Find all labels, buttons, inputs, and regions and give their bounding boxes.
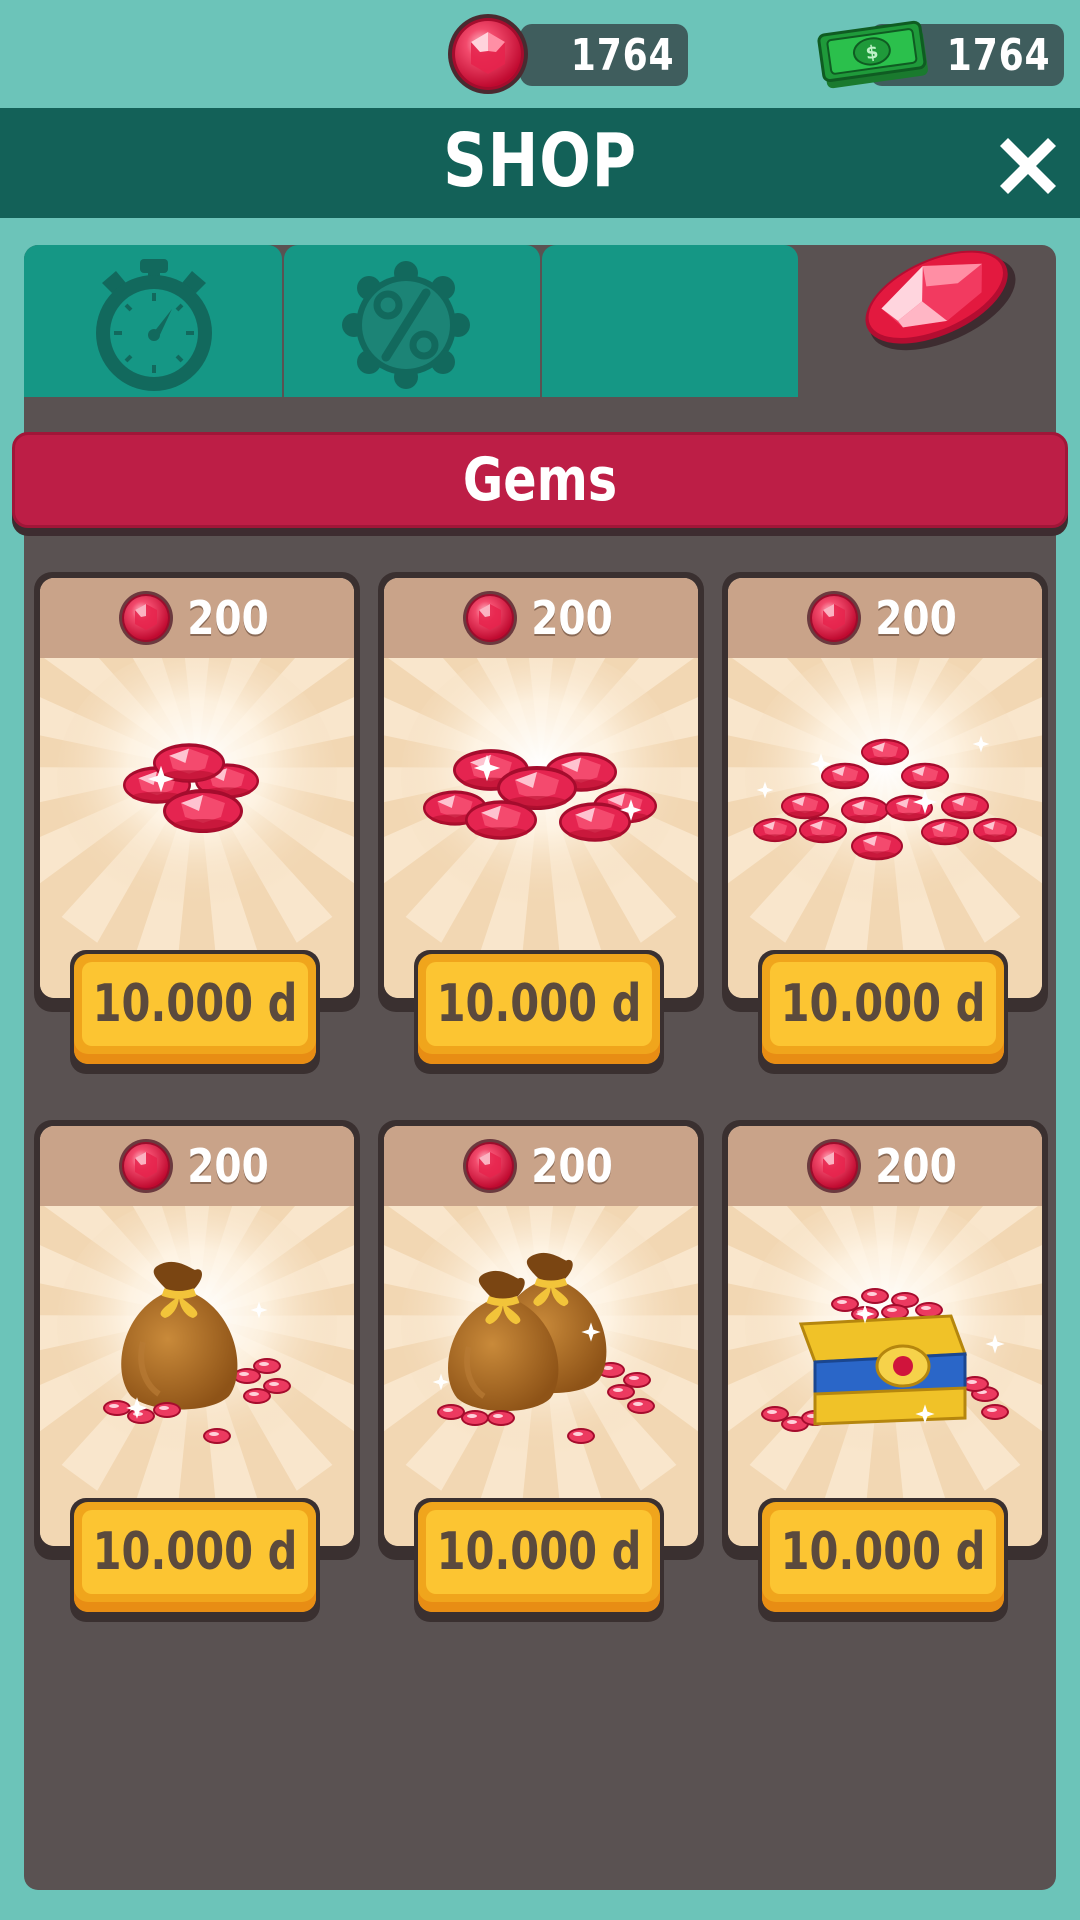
buy-button-frame: 10.000 d xyxy=(418,1502,660,1612)
buy-button-frame: 10.000 d xyxy=(418,954,660,1064)
buy-button-price: 10.000 d xyxy=(780,1522,986,1582)
buy-button[interactable]: 10.000 d xyxy=(758,950,1008,1074)
medium-gem-pile-image xyxy=(423,749,657,842)
buy-button-face: 10.000 d xyxy=(770,1510,996,1594)
card-header: 200 xyxy=(728,1126,1042,1206)
buy-button-face: 10.000 d xyxy=(82,962,308,1046)
card-header: 200 xyxy=(728,578,1042,658)
item-amount-value: 200 xyxy=(531,591,613,645)
discount-percent-icon xyxy=(342,261,470,389)
close-icon xyxy=(1000,138,1056,194)
two-gem-sacks-image xyxy=(432,1246,655,1444)
gem-balance: 1764 xyxy=(520,24,688,86)
buy-button[interactable]: 10.000 d xyxy=(758,1498,1008,1622)
shop-item-card[interactable]: 200 10.000 d xyxy=(722,572,1048,1074)
gem-sack-image xyxy=(103,1246,291,1444)
shop-item-card[interactable]: 200 10.000 d xyxy=(34,572,360,1074)
card-body: 200 xyxy=(40,578,354,998)
card-body: 200 xyxy=(384,578,698,998)
ruby-gem-icon xyxy=(806,1139,861,1193)
title-bar: SHOP xyxy=(0,108,1080,218)
close-button[interactable] xyxy=(990,128,1066,204)
shop-item-card[interactable]: 200 10.000 d xyxy=(722,1120,1048,1622)
cash-bills-icon: $ xyxy=(815,12,935,92)
item-amount-value: 200 xyxy=(875,1139,957,1193)
buy-button-face: 10.000 d xyxy=(426,1510,652,1594)
ruby-gem-icon xyxy=(462,1139,517,1193)
ruby-gem-icon xyxy=(118,591,173,645)
buy-button[interactable]: 10.000 d xyxy=(414,1498,664,1622)
gem-balance-value: 1764 xyxy=(570,29,674,81)
buy-button[interactable]: 10.000 d xyxy=(70,1498,320,1622)
card-header: 200 xyxy=(40,1126,354,1206)
card-body: 200 xyxy=(40,1126,354,1546)
item-amount: 200 xyxy=(40,588,354,648)
item-amount-value: 200 xyxy=(187,1139,269,1193)
buy-button-price: 10.000 d xyxy=(436,974,642,1034)
shop-item-card[interactable]: 200 10.000 d xyxy=(378,1120,704,1622)
card-body: 200 xyxy=(728,578,1042,998)
tab-gems[interactable] xyxy=(800,245,1056,397)
ruby-gem-icon xyxy=(806,591,861,645)
ruby-gem-icon xyxy=(118,1139,173,1193)
item-amount-value: 200 xyxy=(875,591,957,645)
item-amount-value: 200 xyxy=(531,1139,613,1193)
buy-button-price: 10.000 d xyxy=(92,974,298,1034)
item-amount-value: 200 xyxy=(187,591,269,645)
card-body: 200 xyxy=(384,1126,698,1546)
card-header: 200 xyxy=(384,578,698,658)
card-body: 200 xyxy=(728,1126,1042,1546)
ruby-gem-icon xyxy=(446,12,530,96)
card-header: 200 xyxy=(384,1126,698,1206)
buy-button-price: 10.000 d xyxy=(436,1522,642,1582)
item-amount: 200 xyxy=(384,1136,698,1196)
buy-button[interactable]: 10.000 d xyxy=(414,950,664,1074)
shop-item-card[interactable]: 200 10.000 d xyxy=(378,572,704,1074)
buy-button-face: 10.000 d xyxy=(426,962,652,1046)
item-amount: 200 xyxy=(728,588,1042,648)
item-amount: 200 xyxy=(40,1136,354,1196)
section-title: Gems xyxy=(462,445,618,515)
buy-button-frame: 10.000 d xyxy=(762,954,1004,1064)
section-banner: Gems xyxy=(12,432,1068,528)
tab-timers[interactable] xyxy=(24,245,282,397)
large-gem-pile-image xyxy=(753,735,1017,861)
ruby-gem-icon xyxy=(462,591,517,645)
buy-button-frame: 10.000 d xyxy=(762,1502,1004,1612)
page-title: SHOP xyxy=(443,118,637,204)
tab-discounts[interactable] xyxy=(284,245,540,397)
stopwatch-icon xyxy=(96,259,212,391)
item-amount: 200 xyxy=(384,588,698,648)
buy-button-price: 10.000 d xyxy=(780,974,986,1034)
buy-button-price: 10.000 d xyxy=(92,1522,298,1582)
shop-item-card[interactable]: 200 10.000 d xyxy=(34,1120,360,1622)
gem-chest-image xyxy=(761,1288,1009,1432)
small-gem-pile-image xyxy=(123,743,259,833)
ruby-gem-icon xyxy=(865,250,1016,351)
buy-button-face: 10.000 d xyxy=(82,1510,308,1594)
card-header: 200 xyxy=(40,578,354,658)
tab-empty[interactable] xyxy=(542,245,798,397)
buy-button-frame: 10.000 d xyxy=(74,954,316,1064)
buy-button-frame: 10.000 d xyxy=(74,1502,316,1612)
cash-balance-value: 1764 xyxy=(946,29,1050,81)
item-amount: 200 xyxy=(728,1136,1042,1196)
buy-button[interactable]: 10.000 d xyxy=(70,950,320,1074)
buy-button-face: 10.000 d xyxy=(770,962,996,1046)
